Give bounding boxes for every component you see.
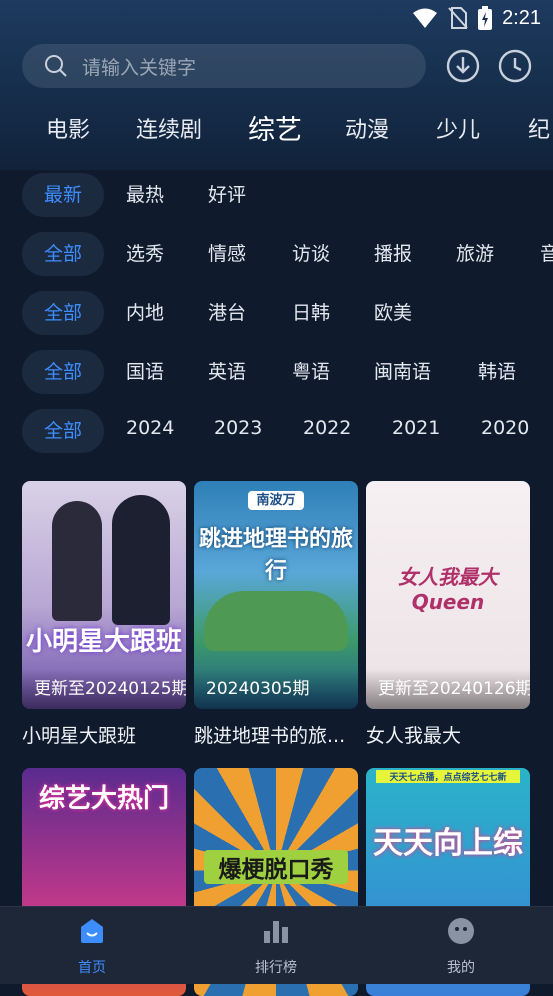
- video-card[interactable]: 小明星大跟班 更新至20240125期 小明星大跟班: [22, 481, 186, 748]
- poster-image: 小明星大跟班 更新至20240125期: [22, 481, 186, 709]
- filter-chip[interactable]: 选秀: [126, 232, 164, 276]
- filter-type: 全部 选秀 情感 访谈 播报 旅游 音: [0, 232, 553, 276]
- tab-kids[interactable]: 少儿: [436, 104, 480, 158]
- poster-logo: 小明星大跟班: [25, 627, 182, 657]
- tab-movie[interactable]: 电影: [46, 104, 90, 158]
- filter-chip-selected[interactable]: 最新: [22, 173, 104, 217]
- filter-chip-selected[interactable]: 全部: [22, 409, 104, 453]
- poster-sponsor: 南波万: [194, 489, 358, 510]
- search-input[interactable]: 请输入关键字: [22, 44, 426, 88]
- poster-slogan: 天天七点播，点点综艺七七新: [376, 770, 520, 783]
- filter-chip[interactable]: 访谈: [292, 232, 330, 276]
- no-sim-icon: [448, 7, 468, 29]
- filter-chip[interactable]: 国语: [126, 350, 164, 394]
- filter-sort: 最新 最热 好评: [0, 173, 553, 217]
- nav-label: 我的: [447, 960, 475, 976]
- filter-chip[interactable]: 港台: [208, 291, 246, 335]
- filter-year: 全部 2024 2023 2022 2021 2020: [0, 409, 553, 453]
- poster-landscape: [204, 591, 348, 651]
- nav-ranking[interactable]: 排行榜: [216, 907, 336, 984]
- poster-logo: 女人我最大 Queen: [398, 565, 498, 614]
- filter-chip[interactable]: 最热: [126, 173, 164, 217]
- episode-caption: 更新至20240126期: [366, 669, 530, 709]
- card-title: 小明星大跟班: [22, 725, 137, 747]
- filter-chip[interactable]: 粤语: [292, 350, 330, 394]
- episode-caption: 更新至20240125期: [22, 669, 186, 709]
- nav-home[interactable]: 首页: [32, 907, 152, 984]
- filter-chip[interactable]: 2023: [214, 409, 262, 450]
- nav-label: 首页: [78, 960, 106, 976]
- search-icon: [45, 55, 67, 77]
- status-time: 2:21: [502, 6, 541, 29]
- filter-chip-selected[interactable]: 全部: [22, 350, 104, 394]
- poster-logo: 天天向上综: [373, 826, 523, 861]
- filter-language: 全部 国语 英语 粤语 闽南语 韩语: [0, 350, 553, 394]
- filter-chip[interactable]: 内地: [126, 291, 164, 335]
- tab-documentary[interactable]: 纪: [528, 104, 550, 158]
- filter-chip[interactable]: 闽南语: [374, 350, 431, 394]
- wifi-icon: [413, 8, 438, 28]
- poster-logo: 爆梗脱口秀: [204, 850, 348, 884]
- filter-chip[interactable]: 韩语: [478, 350, 516, 394]
- category-tabs: 电影 连续剧 综艺 动漫 少儿 纪: [0, 104, 553, 158]
- nav-label: 排行榜: [255, 960, 297, 976]
- profile-icon: [448, 918, 474, 944]
- nav-profile[interactable]: 我的: [401, 907, 521, 984]
- filter-chip-selected[interactable]: 全部: [22, 232, 104, 276]
- video-card[interactable]: 女人我最大 Queen 更新至20240126期 女人我最大: [366, 481, 530, 748]
- tab-variety[interactable]: 综艺: [248, 104, 302, 158]
- card-title: 跳进地理书的旅...: [194, 725, 346, 747]
- filter-chip[interactable]: 英语: [208, 350, 246, 394]
- filter-chip-selected[interactable]: 全部: [22, 291, 104, 335]
- person-figure: [112, 495, 170, 625]
- filter-chip[interactable]: 2024: [126, 409, 174, 450]
- history-icon[interactable]: [498, 49, 532, 83]
- filter-chip[interactable]: 日韩: [292, 291, 330, 335]
- bottom-navigation: 首页 排行榜 我的: [0, 906, 553, 984]
- download-icon[interactable]: [446, 49, 480, 83]
- poster-image: 南波万 跳进地理书的旅行 20240305期: [194, 481, 358, 709]
- ranking-icon: [264, 921, 288, 943]
- card-title: 女人我最大: [366, 725, 462, 747]
- filter-chip[interactable]: 2021: [392, 409, 440, 450]
- battery-icon: [478, 6, 493, 30]
- poster-logo: 综艺大热门: [38, 784, 169, 814]
- filter-chip[interactable]: 欧美: [374, 291, 412, 335]
- filter-region: 全部 内地 港台 日韩 欧美: [0, 291, 553, 335]
- filter-chip[interactable]: 情感: [208, 232, 246, 276]
- filter-chip[interactable]: 播报: [374, 232, 412, 276]
- episode-caption: 20240305期: [194, 669, 358, 709]
- filter-chip[interactable]: 2022: [303, 409, 351, 450]
- filter-chip[interactable]: 音: [540, 232, 553, 276]
- status-bar: 2:21: [0, 0, 553, 38]
- filter-chip[interactable]: 好评: [208, 173, 246, 217]
- person-figure: [52, 501, 102, 621]
- tab-series[interactable]: 连续剧: [136, 104, 202, 158]
- poster-image: 女人我最大 Queen 更新至20240126期: [366, 481, 530, 709]
- video-card[interactable]: 南波万 跳进地理书的旅行 20240305期 跳进地理书的旅...: [194, 481, 358, 748]
- search-placeholder: 请输入关键字: [82, 56, 197, 79]
- filter-chip[interactable]: 旅游: [456, 232, 494, 276]
- tab-anime[interactable]: 动漫: [345, 104, 389, 158]
- poster-logo: 跳进地理书的旅行: [198, 527, 353, 584]
- home-icon: [81, 919, 103, 943]
- filter-chip[interactable]: 2020: [481, 409, 529, 450]
